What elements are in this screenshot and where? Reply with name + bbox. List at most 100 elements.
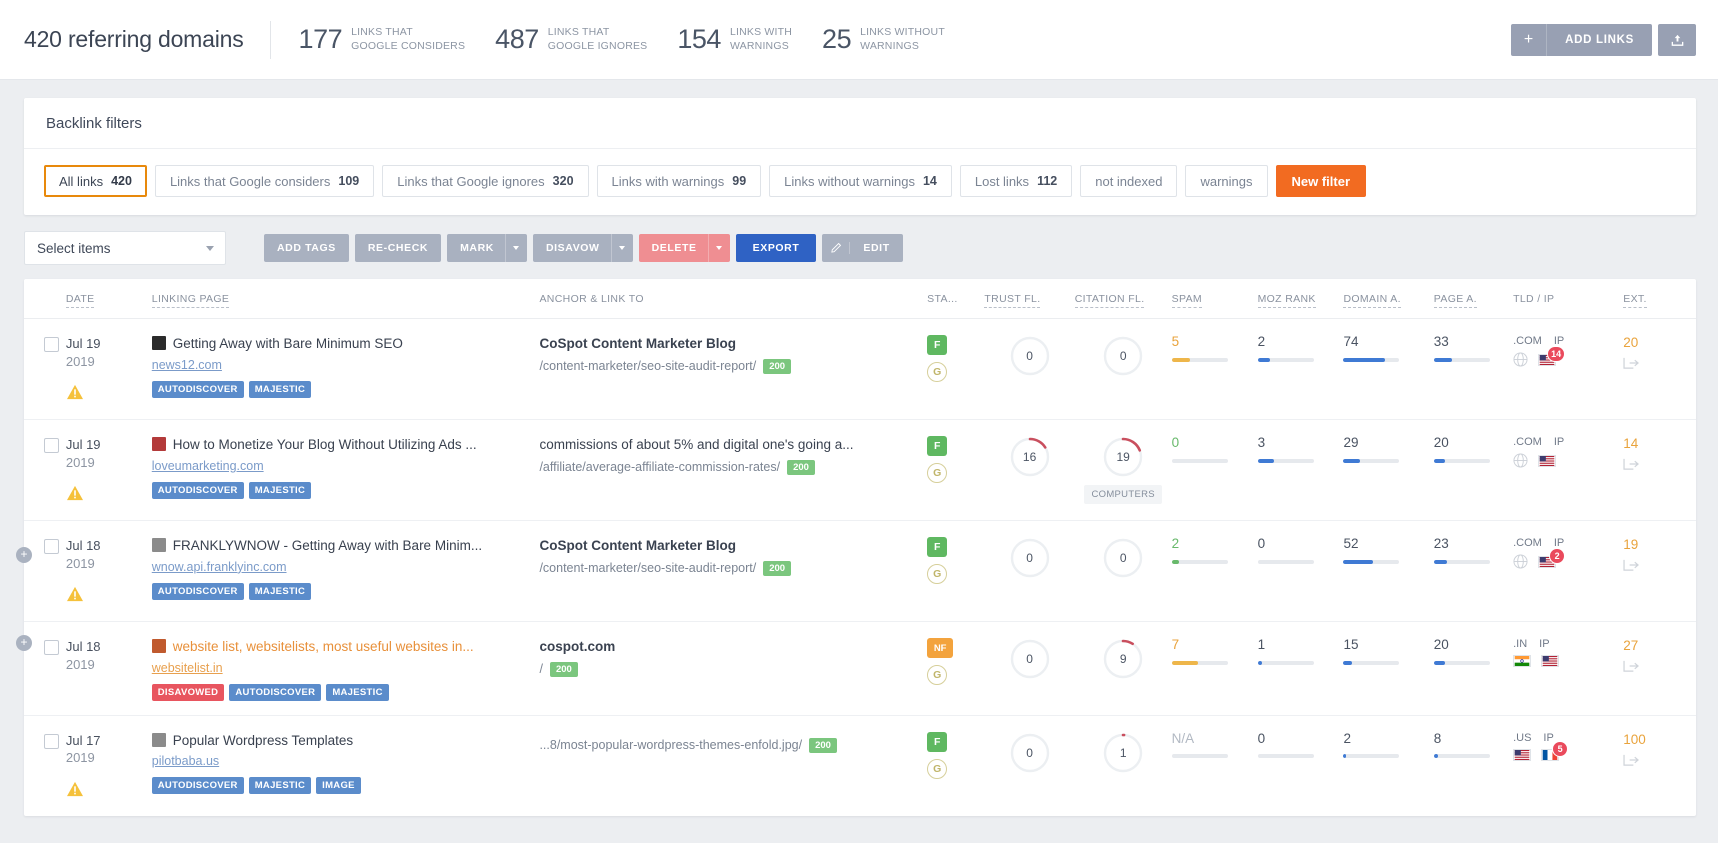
filter-chip-0[interactable]: All links 420 [44,165,147,197]
row-link-url[interactable]: wnow.api.franklyinc.com [152,560,540,574]
column-header-cit[interactable]: CITATION FL. [1074,279,1172,319]
row-anchor-path[interactable]: /content-marketer/seo-site-audit-report/ [539,359,756,373]
row-link-title-text: website list, websitelists, most useful … [172,639,474,655]
upload-button[interactable] [1658,24,1696,56]
row-anchor-path[interactable]: /affiliate/average-affiliate-commission-… [539,460,780,474]
favicon-icon [151,437,166,452]
row-tag[interactable]: AUTODISCOVER [151,481,244,499]
row-checkbox[interactable] [44,733,59,749]
google-badge: G [927,564,948,585]
row-anchor-path[interactable]: / [539,662,542,676]
column-header-moz[interactable]: MOZ RANK [1257,279,1344,319]
row-tag[interactable]: AUTODISCOVER [229,683,322,701]
favicon-icon [151,336,166,350]
column-header-chk [24,279,66,319]
row-expander-4[interactable]: + [16,547,32,563]
metric: 2 [1171,537,1258,564]
app-header: 420 referring domains 177 LINKS THAT GOOGL… [0,0,1718,80]
tld-ip-flags [1513,453,1623,468]
trust-flow-gauge: 0 [984,335,1074,377]
stat-label: LINKS THAT GOOGLE IGNORES [547,26,648,52]
row-moz-rank-cell: 0 [1257,715,1344,816]
column-header-label: LINKING PAGE [151,293,230,308]
row-tag[interactable]: AUTODISCOVER [151,777,244,795]
row-checkbox[interactable] [44,640,59,656]
filter-chip-1[interactable]: Links that Google considers 109 [154,165,375,197]
row-link-url[interactable]: websitelist.in [152,661,540,675]
filters-section: Backlink filters All links 420 Links that … [0,80,1718,215]
row-anchor-title[interactable]: cospot.com [539,638,927,656]
row-tag[interactable]: MAJESTIC [326,683,389,701]
column-header-date[interactable]: DATE [65,279,152,319]
add-links-button[interactable]: + ADD LINKS [1511,24,1652,56]
filter-chip-3[interactable]: Links with warnings 99 [596,165,762,197]
row-checkbox[interactable] [44,438,59,454]
disavow-dropdown-toggle[interactable] [610,234,633,262]
row-link-url[interactable]: news12.com [152,358,540,372]
row-anchor-path[interactable]: /content-marketer/seo-site-audit-report/ [539,561,756,575]
row-tag[interactable]: DISAVOWED [151,683,225,701]
row-link-title[interactable]: FRANKLYWNOW - Getting Away with Bare Min… [151,537,540,555]
column-header-page[interactable]: PAGE A. [1433,279,1514,319]
row-moz-rank-cell: 0 [1257,520,1344,623]
row-citation-flow-cell: 0 [1074,318,1172,421]
row-anchor-path[interactable]: ...8/most-popular-wordpress-themes-enfol… [539,738,802,752]
export-button[interactable]: EXPORT [735,234,817,262]
row-date-year: 2019 [65,555,95,571]
ip-flag-wrap: 14 [1538,345,1566,366]
select-items-dropdown[interactable]: Select items [24,231,226,265]
add-tags-button[interactable]: ADD TAGS [264,234,349,262]
mark-button[interactable]: MARK [447,234,527,262]
filter-chip-4[interactable]: Links without warnings 14 [769,165,952,197]
row-anchor-title[interactable]: commissions of about 5% and digital one'… [539,436,927,454]
row-link-title-text: FRANKLYWNOW - Getting Away with Bare Min… [172,538,483,554]
row-tag[interactable]: AUTODISCOVER [151,380,244,398]
row-link-title[interactable]: Popular Wordpress Templates [151,732,540,750]
filter-chip-count: 112 [1037,174,1058,188]
metric-bar [1171,357,1228,362]
row-tag[interactable]: MAJESTIC [248,380,312,398]
filter-chip-2[interactable]: Links that Google ignores 320 [382,165,589,197]
row-link-title[interactable]: website list, websitelists, most useful … [151,638,540,656]
row-link-title[interactable]: Getting Away with Bare Minimum SEO [151,335,540,353]
filter-chip-6[interactable]: not indexed [1080,165,1178,197]
upload-icon [1671,34,1683,46]
new-filter-button[interactable]: New filter [1275,165,1367,197]
row-tag[interactable]: MAJESTIC [248,481,312,499]
metric-bar [1433,754,1490,759]
chevron-down-icon [716,246,723,250]
donut-value: 1 [1119,745,1127,760]
row-status-badges: FG [927,731,984,779]
ip-flag-wrap: 5 [1541,740,1569,761]
row-anchor-cell: commissions of about 5% and digital one'… [539,419,928,522]
stat-label: LINKS WITHOUT WARNINGS [860,26,945,52]
column-header-dom[interactable]: DOMAIN A. [1343,279,1434,319]
row-anchor-title[interactable]: CoSpot Content Marketer Blog [539,537,927,555]
row-link-url[interactable]: loveumarketing.com [152,459,540,473]
mark-dropdown-toggle[interactable] [504,234,527,262]
column-header-trust[interactable]: TRUST FL. [984,279,1075,319]
filter-chip-7[interactable]: warnings [1185,165,1268,197]
row-link-url[interactable]: pilotbaba.us [152,754,540,768]
row-checkbox[interactable] [44,539,59,555]
row-checkbox[interactable] [44,337,59,352]
row-link-title[interactable]: How to Monetize Your Blog Without Utiliz… [151,436,540,454]
trust-flow-gauge: 0 [984,732,1074,774]
row-tag[interactable]: IMAGE [316,777,361,795]
column-header-spam[interactable]: SPAM [1171,279,1258,319]
tld-ip-group: .IN IP [1513,638,1623,668]
filter-chip-5[interactable]: Lost links 112 [959,165,1073,197]
recheck-button[interactable]: RE-CHECK [354,234,442,262]
row-tag[interactable]: AUTODISCOVER [151,582,244,600]
delete-button[interactable]: DELETE [638,234,730,262]
ext-group: 20 [1623,335,1696,375]
row-anchor-title[interactable]: CoSpot Content Marketer Blog [539,335,927,353]
column-header-link[interactable]: LINKING PAGE [151,279,540,319]
row-expander-5[interactable]: + [16,635,32,651]
edit-button[interactable]: EDIT [822,234,903,262]
row-tag[interactable]: MAJESTIC [248,777,312,795]
row-tag[interactable]: MAJESTIC [248,582,312,600]
delete-dropdown-toggle[interactable] [707,234,730,262]
column-header-ext[interactable]: EXT. [1623,279,1696,319]
disavow-button[interactable]: DISAVOW [532,234,633,262]
